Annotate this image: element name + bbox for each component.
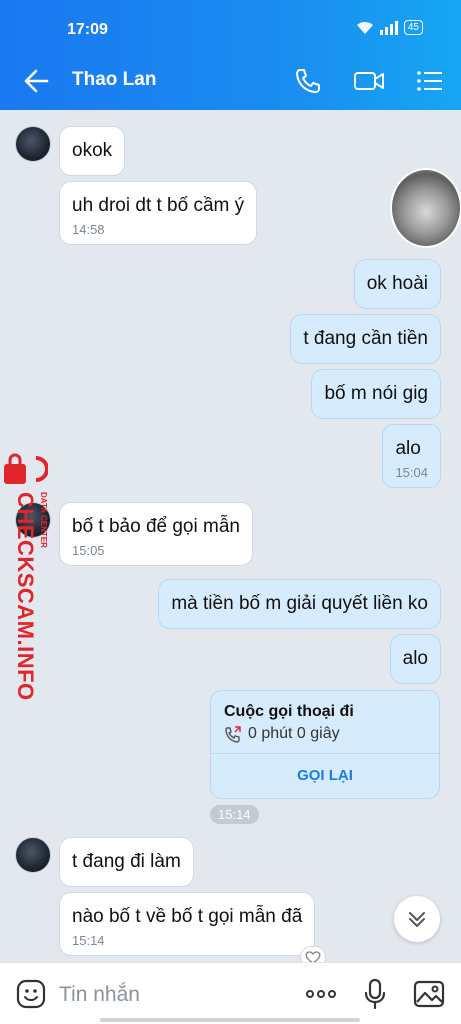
app-top: 17:09 45 Thao Lan <box>0 0 461 110</box>
chevron-down-icon <box>409 912 425 927</box>
message-bubble[interactable]: ok hoài <box>353 259 441 309</box>
message-bubble[interactable]: bố m nói gig <box>311 369 441 419</box>
message-text: t đang cần tiền <box>303 328 428 349</box>
message-input[interactable]: Tin nhắn <box>59 983 140 1007</box>
message-time: 15:05 <box>72 543 105 558</box>
contact-avatar[interactable] <box>390 168 461 248</box>
phone-icon[interactable] <box>292 65 324 97</box>
video-icon[interactable] <box>353 65 385 97</box>
image-icon[interactable] <box>412 977 446 1011</box>
message-time: 15:14 <box>72 933 105 948</box>
watermark-text: CHECKSCAM.INFO <box>13 492 38 701</box>
watermark: CHECKSCAM.INFO DATA CENTER <box>0 452 50 701</box>
lock-icon <box>4 453 48 484</box>
message-text: t đang đi làm <box>72 851 181 872</box>
message-bubble[interactable]: alo <box>389 634 441 684</box>
mic-icon[interactable] <box>358 977 392 1011</box>
message-text: uh droi dt t bố cầm ý <box>72 195 245 216</box>
status-time: 17:09 <box>67 21 108 38</box>
message-bubble[interactable]: okok <box>59 126 126 176</box>
input-bar: Tin nhắn <box>0 962 461 1024</box>
scroll-down-button[interactable] <box>394 896 440 942</box>
chat-header: Thao Lan <box>0 50 461 110</box>
message-bubble[interactable]: t đang đi làm <box>59 837 194 887</box>
message-text: ok hoài <box>366 273 428 294</box>
message-text: bố m nói gig <box>324 383 428 404</box>
message-text: mà tiền bố m giải quyết liền ko <box>171 593 428 614</box>
call-title: Cuộc gọi thoại đi <box>224 703 354 720</box>
time-separator: 15:14 <box>210 805 259 824</box>
avatar[interactable] <box>15 837 51 873</box>
menu-icon[interactable] <box>414 65 446 97</box>
call-back-button[interactable]: GỌI LẠI <box>211 767 439 784</box>
outgoing-call-icon <box>225 726 241 743</box>
watermark-subtext: DATA CENTER <box>39 492 48 548</box>
message-bubble[interactable]: bố t bảo để gọi mẫn 15:05 <box>59 502 253 566</box>
wifi-icon <box>356 21 373 34</box>
message-text: alo <box>395 438 421 459</box>
message-bubble[interactable]: t đang cần tiền <box>290 314 441 364</box>
message-bubble[interactable]: uh droi dt t bố cầm ý 14:58 <box>59 181 258 245</box>
call-card: Cuộc gọi thoại đi 0 phút 0 giây GỌI LẠI <box>210 690 440 799</box>
gesture-bar <box>100 1018 360 1022</box>
message-bubble[interactable]: alo 15:04 <box>382 424 441 488</box>
heart-icon[interactable] <box>300 946 326 962</box>
status-icons: 45 <box>356 20 423 35</box>
more-icon[interactable] <box>304 977 338 1011</box>
message-time: 14:58 <box>72 222 105 237</box>
call-divider <box>211 753 439 754</box>
signal-icon <box>379 20 398 35</box>
contact-name[interactable]: Thao Lan <box>72 69 156 91</box>
message-time: 15:04 <box>395 465 428 480</box>
message-text: alo <box>402 648 428 669</box>
message-bubble[interactable]: mà tiền bố m giải quyết liền ko <box>158 579 441 629</box>
message-text: okok <box>72 140 113 161</box>
message-text: bố t bảo để gọi mẫn <box>72 516 240 537</box>
call-duration: 0 phút 0 giây <box>248 725 340 742</box>
status-bar: 17:09 45 <box>0 0 461 50</box>
battery-indicator: 45 <box>403 20 423 35</box>
message-text: nào bố t về bố t gọi mẫn đã <box>72 906 303 927</box>
avatar[interactable] <box>15 126 51 162</box>
message-list[interactable]: okok uh droi dt t bố cầm ý 14:58 ok hoài… <box>0 110 461 962</box>
back-icon[interactable] <box>20 66 50 96</box>
sticker-icon[interactable] <box>14 977 48 1011</box>
message-bubble[interactable]: nào bố t về bố t gọi mẫn đã 15:14 <box>59 892 316 956</box>
